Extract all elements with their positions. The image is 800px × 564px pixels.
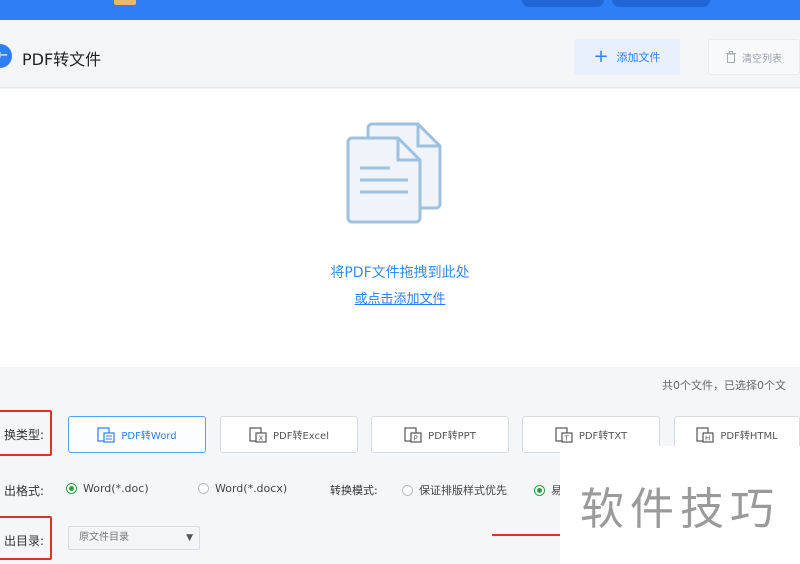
- top-bar-button-2[interactable]: [612, 0, 710, 7]
- top-bar: [0, 0, 800, 20]
- back-arrow-icon[interactable]: ←: [0, 44, 12, 68]
- page-header: ← PDF转文件 + 添加文件 清空列表: [0, 20, 800, 88]
- documents-icon: [346, 122, 442, 224]
- txt-file-icon: T: [555, 426, 573, 443]
- watermark: 软件技巧: [560, 446, 800, 564]
- svg-text:T: T: [563, 434, 569, 442]
- word-file-icon: [97, 426, 116, 443]
- add-file-button[interactable]: + 添加文件: [574, 39, 680, 75]
- clear-list-label: 清空列表: [742, 53, 782, 65]
- red-annotation-line: [492, 534, 562, 536]
- file-count-status: 共0个文件，已选择0个文: [662, 379, 786, 392]
- mode-second-radio[interactable]: 易: [534, 482, 562, 498]
- ppt-file-icon: P: [404, 426, 422, 443]
- output-format-label: 出格式:: [4, 484, 45, 498]
- click-add-file-link[interactable]: 或点击添加文件: [300, 288, 500, 307]
- format-docx-radio[interactable]: Word(*.docx): [198, 482, 287, 495]
- html-file-icon: H: [696, 426, 714, 443]
- output-dir-label: 出目录:: [4, 534, 45, 548]
- svg-text:P: P: [414, 434, 418, 442]
- pdf-to-ppt-button[interactable]: P PDF转PPT: [371, 416, 509, 453]
- svg-text:H: H: [705, 434, 710, 442]
- mode-layout-priority-radio[interactable]: 保证排版样式优先: [402, 482, 507, 498]
- convert-type-label: 换类型:: [4, 428, 45, 442]
- pdf-to-word-button[interactable]: PDF转Word: [68, 416, 206, 453]
- clear-list-button[interactable]: 清空列表: [708, 39, 800, 75]
- pdf-to-excel-button[interactable]: X PDF转Excel: [220, 416, 358, 453]
- trash-icon: [726, 51, 736, 63]
- radio-unselected-icon: [402, 484, 413, 496]
- svg-text:X: X: [259, 434, 264, 442]
- top-bar-button-1[interactable]: [522, 0, 604, 7]
- drop-hint-text: 将PDF文件拖拽到此处: [330, 265, 470, 281]
- plus-icon: +: [593, 46, 609, 67]
- caret-down-icon: ▼: [186, 533, 193, 543]
- format-doc-radio[interactable]: Word(*.doc): [66, 482, 149, 495]
- excel-file-icon: X: [249, 426, 267, 443]
- top-bar-chip: [114, 0, 136, 5]
- page-title: PDF转文件: [22, 50, 102, 69]
- radio-selected-icon: [534, 484, 545, 496]
- radio-unselected-icon: [198, 483, 209, 494]
- add-file-label: 添加文件: [616, 51, 661, 64]
- output-dir-select[interactable]: 原文件目录 ▼: [68, 526, 200, 550]
- radio-selected-icon: [66, 483, 77, 494]
- convert-mode-label: 转换模式:: [330, 484, 378, 497]
